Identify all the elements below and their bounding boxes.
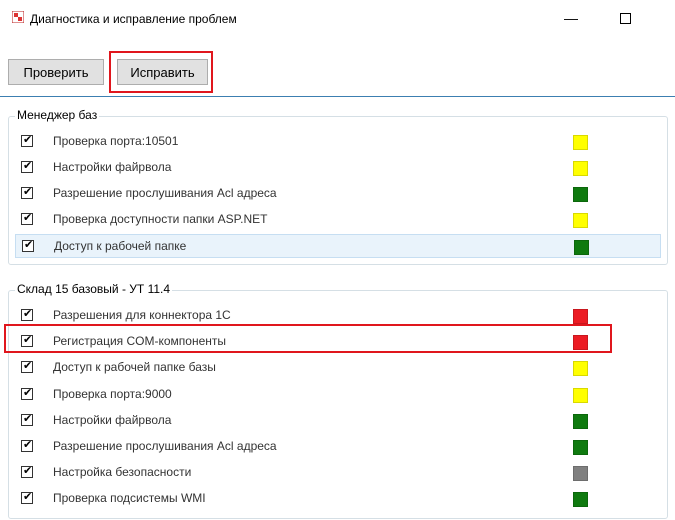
list-item[interactable]: ✔ Доступ к рабочей папке [15, 234, 661, 258]
item-checkbox[interactable]: ✔ [21, 186, 33, 199]
list-item[interactable]: ✔ Настройка безопасности [15, 461, 661, 485]
toolbar: Проверить Исправить [0, 50, 675, 97]
checkmark-icon: ✔ [23, 308, 33, 320]
item-checkbox[interactable]: ✔ [21, 212, 33, 225]
checkmark-icon: ✔ [23, 412, 33, 425]
item-label: Разрешение прослушивания Acl адреса [53, 186, 277, 200]
checkmark-icon: ✔ [23, 160, 33, 172]
list-item[interactable]: ✔ Разрешение прослушивания Acl адреса [15, 435, 661, 459]
item-label: Проверка подсистемы WMI [53, 491, 206, 506]
maximize-icon [619, 12, 631, 24]
checkmark-icon: ✔ [23, 360, 33, 373]
list-item[interactable]: ✔ Разрешения для коннектора 1С [15, 304, 661, 328]
list-item[interactable]: ✔ Проверка подсистемы WMI [15, 487, 661, 511]
item-checkbox[interactable]: ✔ [21, 439, 33, 452]
item-checkbox[interactable]: ✔ [21, 412, 33, 426]
checkmark-icon: ✔ [23, 134, 33, 146]
item-checkbox[interactable]: ✔ [21, 465, 33, 479]
item-checkbox[interactable]: ✔ [21, 308, 33, 321]
status-indicator [573, 361, 588, 377]
status-indicator [573, 213, 588, 228]
status-indicator [573, 440, 588, 455]
status-indicator [573, 387, 588, 403]
status-indicator [573, 135, 588, 150]
status-indicator [573, 413, 588, 429]
checkmark-icon: ✔ [23, 386, 33, 399]
checkmark-icon: ✔ [24, 239, 34, 251]
group-box: Менеджер баз ✔ Проверка порта:10501 ✔ Настро… [8, 108, 668, 265]
status-indicator [574, 240, 589, 255]
list-item[interactable]: ✔ Настройки файрвола [15, 156, 661, 180]
status-indicator [573, 309, 588, 324]
item-label: Разрешения для коннектора 1С [53, 308, 231, 322]
list-item[interactable]: ✔ Регистрация COM-компоненты [15, 330, 661, 354]
item-checkbox[interactable]: ✔ [21, 334, 33, 348]
list-item[interactable]: ✔ Разрешение прослушивания Acl адреса [15, 182, 661, 206]
group-label: Склад 15 базовый - УТ 11.4 [15, 282, 173, 296]
status-indicator [573, 161, 588, 176]
item-checkbox[interactable]: ✔ [22, 239, 34, 252]
app-icon [12, 11, 24, 23]
list-item[interactable]: ✔ Проверка порта:10501 [15, 130, 661, 154]
fix-button[interactable]: Исправить [117, 59, 208, 85]
list-item[interactable]: ✔ Доступ к рабочей папке базы [15, 356, 661, 380]
item-checkbox[interactable]: ✔ [21, 160, 33, 173]
item-checkbox[interactable]: ✔ [21, 386, 33, 400]
item-label: Доступ к рабочей папке базы [53, 360, 216, 375]
item-label: Проверка порта:10501 [53, 134, 179, 148]
status-indicator [573, 335, 588, 351]
minimize-icon: — [564, 10, 578, 26]
item-label: Настройки файрвола [53, 412, 172, 427]
item-label: Настройка безопасности [53, 465, 192, 480]
item-label: Проверка порта:9000 [53, 386, 172, 401]
item-checkbox[interactable]: ✔ [21, 360, 33, 374]
maximize-button[interactable] [610, 8, 640, 28]
window-title: Диагностика и исправление проблем [30, 12, 237, 26]
list-item[interactable]: ✔ Проверка порта:9000 [15, 383, 661, 407]
checkmark-icon: ✔ [23, 465, 33, 478]
item-checkbox[interactable]: ✔ [21, 491, 33, 505]
checkmark-icon: ✔ [23, 212, 33, 224]
item-label: Регистрация COM-компоненты [53, 334, 227, 349]
item-label: Настройки файрвола [53, 160, 172, 174]
title-bar: Диагностика и исправление проблем — › [0, 0, 675, 36]
status-indicator [573, 187, 588, 202]
check-button[interactable]: Проверить [8, 59, 104, 85]
minimize-button[interactable]: — [556, 8, 586, 28]
checkmark-icon: ✔ [23, 439, 33, 451]
close-button[interactable]: › [662, 8, 675, 28]
status-indicator [573, 466, 588, 482]
item-checkbox[interactable]: ✔ [21, 134, 33, 147]
status-indicator [573, 492, 588, 508]
item-label: Проверка доступности папки ASP.NET [53, 212, 268, 226]
item-label: Разрешение прослушивания Acl адреса [53, 439, 277, 453]
checkmark-icon: ✔ [23, 334, 33, 347]
checkmark-icon: ✔ [23, 186, 33, 198]
checkmark-icon: ✔ [23, 491, 33, 504]
group-box: Склад 15 базовый - УТ 11.4 ✔ Разрешения дл… [8, 282, 668, 519]
list-item[interactable]: ✔ Настройки файрвола [15, 409, 661, 433]
item-label: Доступ к рабочей папке [54, 239, 187, 253]
list-item[interactable]: ✔ Проверка доступности папки ASP.NET [15, 208, 661, 232]
group-label: Менеджер баз [15, 108, 100, 122]
